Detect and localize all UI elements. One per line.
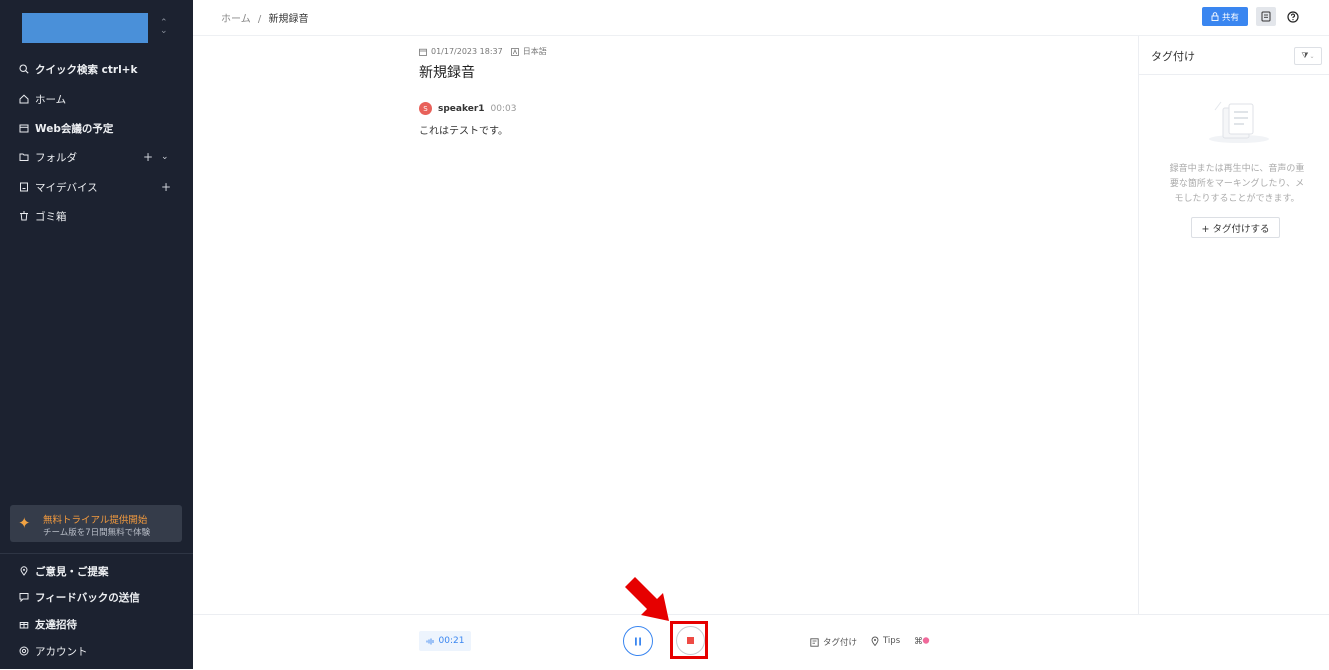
sidebar-item-label: フィードバックの送信 (35, 591, 140, 604)
breadcrumb-separator: / (257, 14, 262, 25)
trial-banner[interactable]: ✦ 無料トライアル提供開始 チーム版を7日間無料で体験 (10, 505, 182, 542)
sidebar: ⌃ ⌄ クイック検索 ctrl+k ホーム Web会議の予定 フォルダ + ⌄ マ… (0, 0, 193, 669)
sidebar-item-label: Web会議の予定 (35, 122, 114, 135)
breadcrumb: ホーム / 新規録音 (221, 10, 308, 25)
tag-icon (810, 637, 819, 647)
sidebar-item-web-meeting[interactable]: Web会議の予定 (0, 116, 193, 140)
recording-meta: 01/17/2023 18:37 日本語 (419, 46, 547, 57)
sidebar-item-label: ご意見・ご提案 (35, 565, 109, 578)
pause-button[interactable] (623, 626, 653, 656)
tag-toolbar-button[interactable]: タグ付け (810, 636, 857, 648)
shortcut-button[interactable]: ⌘ (914, 636, 930, 645)
player-bar: 00:21 タグ付け Tips ⌘ (193, 577, 1329, 670)
speaker-timestamp[interactable]: 00:03 (491, 104, 517, 114)
sidebar-item-folder[interactable]: フォルダ + ⌄ (0, 145, 193, 169)
sidebar-item-my-device[interactable]: マイデバイス + (0, 175, 193, 199)
home-icon (18, 94, 29, 105)
arrow-annotation (623, 575, 675, 630)
sidebar-item-label: 友達招待 (35, 618, 77, 631)
quick-search-label: クイック検索 ctrl+k (35, 63, 138, 76)
chevron-down-icon: ⌄ (1309, 52, 1315, 60)
calendar-icon (18, 123, 29, 134)
account-icon (18, 646, 29, 657)
sidebar-item-feedback-suggest[interactable]: ご意見・ご提案 (0, 559, 193, 583)
tips-button[interactable]: Tips (871, 636, 900, 646)
location-pin-icon (871, 636, 879, 646)
gift-icon (18, 619, 29, 630)
tips-label: Tips (883, 636, 901, 646)
recording-language[interactable]: 日本語 (523, 46, 547, 57)
speaker-row: S speaker1 00:03 (419, 102, 516, 115)
breadcrumb-current: 新規録音 (268, 14, 309, 25)
tags-panel-title: タグ付け (1151, 50, 1195, 63)
trash-icon (18, 211, 29, 222)
quick-search-item[interactable]: クイック検索 ctrl+k (0, 57, 193, 81)
chevron-down-icon[interactable]: ⌄ (161, 152, 169, 162)
help-button[interactable] (1285, 9, 1300, 24)
elapsed-time: 00:21 (419, 631, 471, 651)
top-bar: ホーム / 新規録音 共有 (193, 0, 1329, 36)
document-icon (1261, 11, 1271, 22)
share-button[interactable]: 共有 (1202, 7, 1248, 26)
speaker-avatar[interactable]: S (419, 102, 432, 115)
location-pin-icon (18, 566, 29, 577)
sidebar-item-label: ホーム (35, 93, 67, 106)
recording-title[interactable]: 新規録音 (419, 62, 475, 82)
calendar-icon (419, 48, 427, 56)
sidebar-item-feedback-send[interactable]: フィードバックの送信 (0, 585, 193, 609)
tag-toolbar-label: タグ付け (823, 638, 858, 648)
workspace-toggle-icon[interactable]: ⌃ ⌄ (160, 19, 168, 36)
recording-datetime: 01/17/2023 18:37 (431, 47, 503, 56)
sidebar-item-trash[interactable]: ゴミ箱 (0, 204, 193, 228)
transcript-text[interactable]: これはテストです。 (419, 122, 508, 137)
device-icon (18, 182, 29, 193)
sidebar-item-home[interactable]: ホーム (0, 87, 193, 111)
folder-icon (18, 152, 29, 163)
breadcrumb-home[interactable]: ホーム (221, 14, 251, 25)
sidebar-divider (0, 553, 193, 554)
empty-notes-illustration (1209, 98, 1271, 149)
search-icon (18, 64, 29, 75)
sidebar-item-account[interactable]: アカウント (0, 639, 193, 663)
message-icon (18, 592, 29, 603)
sidebar-item-invite[interactable]: 友達招待 (0, 612, 193, 636)
help-icon (1286, 10, 1299, 23)
trial-title: 無料トライアル提供開始 (43, 515, 148, 526)
shortcut-icon: ⌘ (914, 637, 930, 645)
elapsed-time-value: 00:21 (438, 636, 465, 646)
share-label: 共有 (1221, 12, 1239, 23)
pause-icon (635, 637, 641, 645)
waveform-icon (426, 638, 433, 644)
notes-button[interactable] (1256, 7, 1276, 26)
filter-button[interactable]: ⧩ ⌄ (1294, 47, 1322, 65)
empty-message-line: 要な箇所をマーキングしたり、メ (1169, 179, 1305, 189)
filter-icon: ⧩ (1301, 51, 1309, 60)
tags-empty-message: 録音中または再生中に、音声の重 要な箇所をマーキングしたり、メ モしたりすること… (1157, 162, 1317, 207)
trial-subtitle: チーム版を7日間無料で体験 (43, 528, 151, 538)
add-tag-button[interactable]: + タグ付けする (1191, 217, 1280, 238)
language-icon (510, 47, 519, 56)
workspace-selector[interactable] (22, 13, 148, 43)
add-device-icon[interactable]: + (161, 180, 171, 194)
sidebar-item-label: マイデバイス (35, 181, 98, 194)
speaker-name[interactable]: speaker1 (438, 104, 485, 114)
empty-message-line: 録音中または再生中に、音声の重 (1169, 164, 1305, 174)
empty-message-line: モしたりすることができます。 (1174, 194, 1300, 204)
panel-divider (1139, 74, 1329, 75)
lock-icon (1211, 12, 1219, 21)
stop-button-highlight (670, 621, 708, 659)
tags-panel: タグ付け ⧩ ⌄ 録音中または再生中に、音声の重 要な箇所をマーキングしたり、メ… (1138, 36, 1329, 614)
sidebar-item-label: フォルダ (35, 151, 77, 164)
sidebar-item-label: アカウント (35, 645, 88, 658)
svg-text:⌘: ⌘ (914, 637, 923, 645)
sidebar-item-label: ゴミ箱 (35, 210, 67, 223)
sparkle-icon: ✦ (18, 514, 31, 532)
add-folder-icon[interactable]: + (143, 150, 153, 164)
